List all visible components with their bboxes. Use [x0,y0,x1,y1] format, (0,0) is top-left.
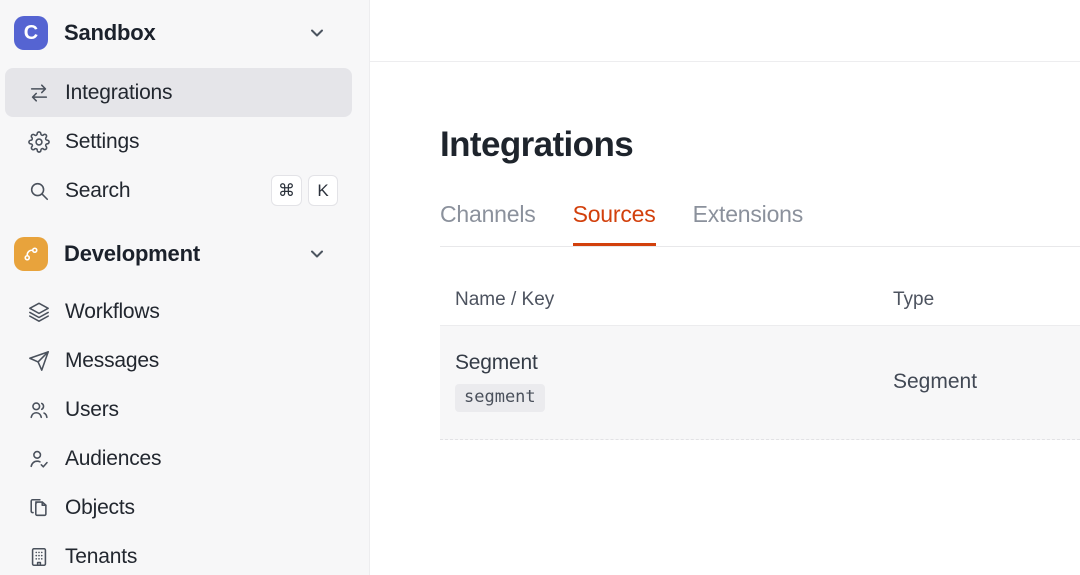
sidebar-item-label: Integrations [65,80,173,104]
keycap-k: K [308,175,338,206]
tab-extensions[interactable]: Extensions [693,201,804,246]
search-shortcut: ⌘ K [271,175,352,206]
page-title: Integrations [440,125,634,164]
development-section-header[interactable]: Development [0,231,369,277]
building-icon [28,546,50,568]
sidebar-item-objects[interactable]: Objects [5,483,352,532]
column-header-name-key: Name / Key [455,289,555,310]
workspace-switcher[interactable]: C Sandbox [0,10,369,56]
courier-logo: C [14,16,48,50]
workspace-name: Sandbox [64,20,156,45]
keycap-cmd: ⌘ [271,175,302,206]
tab-bar: Channels Sources Extensions [440,201,1080,247]
copy-icon [28,497,50,519]
section-name: Development [64,241,200,266]
sidebar-item-search[interactable]: Search ⌘ K [5,166,352,215]
sidebar-item-label: Settings [65,129,140,153]
tab-channels[interactable]: Channels [440,201,536,246]
source-key-badge: segment [455,384,545,412]
sidebar-item-settings[interactable]: Settings [5,117,352,166]
swap-arrows-icon [28,82,50,104]
sidebar-nav: Integrations Settings Search ⌘ K [0,68,369,215]
sidebar-item-users[interactable]: Users [5,385,352,434]
sidebar-item-label: Objects [65,495,135,519]
layers-icon [28,301,50,323]
sidebar-item-tenants[interactable]: Tenants [5,532,352,575]
sources-table: Name / Key Type Segment segment Segment [440,247,1080,440]
table-row[interactable]: Segment segment Segment [440,326,1080,440]
person-check-icon [28,448,50,470]
gear-icon [28,130,50,153]
chevron-down-icon [307,244,327,264]
sidebar-item-integrations[interactable]: Integrations [5,68,352,117]
sidebar-item-label: Workflows [65,299,160,323]
development-nav: Workflows Messages Users Audiences Objec… [0,287,369,575]
sidebar: C Sandbox Integrations Settings Search ⌘… [0,0,370,575]
sidebar-item-label: Users [65,397,119,421]
sidebar-item-label: Messages [65,348,160,372]
search-icon [28,180,50,202]
chevron-down-icon [307,23,327,43]
source-name-key-cell: Segment segment [440,351,893,412]
sidebar-item-messages[interactable]: Messages [5,336,352,385]
branch-icon [14,237,48,271]
source-type-cell: Segment [893,369,978,393]
users-icon [28,399,50,421]
sidebar-item-label: Tenants [65,544,138,568]
sidebar-item-label: Audiences [65,446,162,470]
table-header: Name / Key Type [440,247,1080,326]
source-name: Segment [455,351,538,374]
sidebar-item-label: Search [65,178,131,202]
sidebar-item-workflows[interactable]: Workflows [5,287,352,336]
column-header-type: Type [893,289,935,310]
main-content: Integrations Channels Sources Extensions… [370,0,1080,575]
send-icon [28,350,50,372]
sidebar-item-audiences[interactable]: Audiences [5,434,352,483]
topbar [370,0,1080,62]
tab-sources[interactable]: Sources [573,201,656,246]
